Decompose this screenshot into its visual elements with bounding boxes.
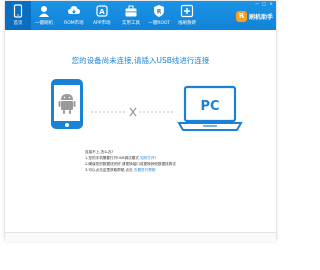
app-market-icon: A	[96, 5, 108, 17]
user-flash-icon	[39, 6, 49, 17]
android-phone-icon	[51, 79, 83, 129]
phone-home-icon	[13, 4, 23, 18]
root-shield-icon: R	[154, 5, 164, 17]
tip-text: 3.可以点击这里获取帮助,点击	[85, 168, 133, 172]
nav-label: APP市场	[93, 20, 111, 26]
cloud-download-icon	[68, 6, 80, 14]
connection-headline: 您的设备尚未连接,请插入USB线进行连接	[71, 56, 210, 65]
nav-label: 一键刷机	[34, 20, 53, 26]
nav-label: 线刷救砖	[177, 20, 196, 26]
plus-tools-icon	[180, 4, 194, 18]
maximize-button[interactable]: □	[262, 2, 266, 6]
help-link[interactable]: 去看进行帮助	[134, 168, 156, 172]
minimize-button[interactable]: —	[255, 2, 259, 6]
connection-tips: 连接不上,怎么办? 1.您的手机需要打开USB调试模式 如何打开? 2.确保您的…	[85, 149, 211, 173]
brand-badge: R	[235, 10, 247, 22]
how-to-enable-link[interactable]: 如何打开?	[140, 156, 156, 160]
pc-label: PC	[200, 99, 219, 114]
nav-item-root[interactable]: R 一键ROOT	[146, 1, 172, 30]
app-window: 首页 一键刷机 ROM市场 A APP市场 实用工具 R 一键ROOT 线刷救砖…	[5, 1, 276, 242]
nav-item-tools[interactable]: 实用工具	[118, 1, 144, 30]
svg-text:R: R	[157, 9, 162, 16]
nav-label: 首页	[13, 20, 23, 26]
nav-label: 实用工具	[121, 20, 140, 26]
window-controls: — □ ×	[255, 2, 273, 6]
nav-label: ROM市场	[64, 20, 84, 26]
nav-item-flash[interactable]: 一键刷机	[31, 1, 57, 30]
nav-item-rom-market[interactable]: ROM市场	[61, 1, 87, 30]
tip-text: 2.确保您的数据线完好,请更换接口或更换其他数据线再试	[85, 162, 176, 166]
nav-item-rescue[interactable]: 线刷救砖	[174, 1, 200, 30]
disconnected-cable-icon	[91, 107, 175, 117]
close-button[interactable]: ×	[269, 2, 273, 6]
brand-name: 刷机助手	[248, 13, 273, 21]
brand-logo: R 刷机助手	[235, 9, 273, 23]
toolbox-icon	[125, 5, 137, 17]
pc-laptop-icon: PC	[177, 85, 243, 131]
status-bar	[5, 232, 276, 242]
nav-item-home[interactable]: 首页	[5, 1, 31, 30]
top-navigation-bar: 首页 一键刷机 ROM市场 A APP市场 实用工具 R 一键ROOT 线刷救砖…	[5, 1, 276, 30]
tip-line: 3.可以点击这里获取帮助,点击 去看进行帮助	[85, 167, 211, 173]
nav-label: 一键ROOT	[148, 20, 170, 26]
nav-item-app-market[interactable]: A APP市场	[89, 1, 115, 30]
svg-text:A: A	[99, 8, 105, 16]
tip-text: 1.您的手机需要打开USB调试模式	[85, 156, 139, 160]
